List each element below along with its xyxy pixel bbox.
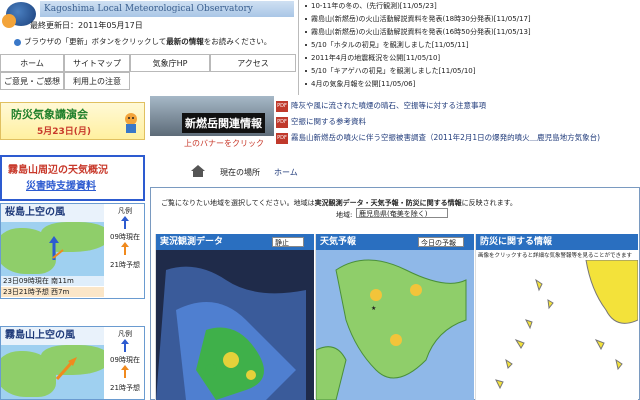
volcano-link[interactable]: PDF 空振に関する参考資料 [276,114,366,130]
wind-box-kirishima[interactable]: 霧島山上空の風 凡例 09時現在 21時予想 [0,326,145,400]
wind-box-sakurajima[interactable]: 桜島上空の風 凡例 09時現在 21時予想 23日09時現在 南11m 23日2… [0,203,145,299]
disaster-panel[interactable]: 防災に関する情報 画像をクリックすると詳細な気象警報等を見ることができます [475,234,638,400]
arrow-up-blue-icon [121,216,129,229]
mascot-icon [125,113,137,133]
wind-arrow-icon [49,236,64,260]
wind-now: 23日09時現在 南11m [1,276,104,286]
main-panel: ご覧になりたい地域を選択してください。地域は実況観測データ・天気予報・防災に関す… [150,187,640,400]
event-date: 5月23日(月) [37,127,92,137]
news-item[interactable]: 2011年4月の地震概況を公開[11/05/10] [305,52,440,65]
volcano-title: 新燃岳関連情報 [182,113,265,133]
nav-access[interactable]: アクセス [210,54,296,72]
breadcrumb: 現在の場所 ホーム [150,160,640,184]
forecast-panel[interactable]: 天気予報 今日の予報 ★ [315,234,474,400]
arrow-up-orange-icon [121,242,129,255]
volcano-link[interactable]: PDF 霧島山新燃岳の噴火に伴う空振被害調査（2011年2月1日の爆発的噴火＿鹿児… [276,130,600,146]
forecast-select[interactable]: 今日の予報 [418,237,464,247]
pdf-icon: PDF [276,116,288,128]
warning-map[interactable] [476,260,638,400]
nav-jma-hp[interactable]: 気象庁HP [130,54,210,72]
nav-sitemap[interactable]: サイトマップ [64,54,130,72]
nav-usage-notes[interactable]: 利用上の注意 [64,72,130,90]
radar-map[interactable] [156,250,314,400]
event-banner[interactable]: 防災気象講演会 5月23日(月) [0,102,145,140]
site-title[interactable]: Kagoshima Local Meteorological Observato… [40,1,294,17]
kirishima-weather-banner[interactable]: 霧島山周辺の天気概況 災害時支援資料 [0,155,145,201]
pdf-icon: PDF [276,100,288,112]
panel-subtitle: 画像をクリックすると詳細な気象警報等を見ることができます [478,253,633,259]
news-item[interactable]: 4月の気象月報を公開[11/05/06] [305,78,415,91]
news-item[interactable]: 霧島山(新燃岳)の火山活動解説資料を発表(18時30分発表)[11/05/17] [305,13,531,26]
pdf-icon: PDF [276,132,288,144]
volcano-link[interactable]: PDF 降灰や風に流された噴煙の晴石、空振等に対する注意事項 [276,98,486,114]
wind-map[interactable] [1,222,104,276]
volcano-banner[interactable]: 新燃岳関連情報 上のバナーをクリック [150,96,274,154]
news-item[interactable]: 5/10「ホタルの初見」を観測しました[11/05/11] [305,39,469,52]
wind-map[interactable] [1,345,104,399]
info-icon [14,38,21,46]
nav-feedback[interactable]: ご意見・ご感想 [0,72,64,90]
disaster-support-link[interactable]: 災害時支援資料 [26,177,96,192]
volcano-links: PDF 降灰や風に流された噴煙の晴石、空振等に対する注意事項 PDF 空振に関する参… [276,96,640,158]
breadcrumb-home[interactable]: ホーム [274,167,298,178]
wind-forecast: 23日21時予想 西7m [1,287,104,297]
wind-arrow-icon [55,357,77,380]
mascot-icon [2,14,16,28]
home-icon [191,165,205,177]
news-item[interactable]: 5/10「キアゲハの初見」を観測しました[11/05/10] [305,65,475,78]
forecast-map[interactable]: ★ [316,250,474,400]
event-title: 防災気象講演会 [11,108,88,121]
last-updated: 最終更新日：2011年05月17日 [30,21,143,30]
header: Kagoshima Local Meteorological Observato… [0,0,298,52]
reload-note: ブラウザの「更新」ボタンをクリックして最新の情報をお読みください。 [14,36,271,47]
svg-text:★: ★ [371,305,376,312]
breadcrumb-label: 現在の場所 [220,168,260,177]
main-nav: ホーム サイトマップ 気象庁HP アクセス ご意見・ご感想 利用上の注意 [0,54,298,94]
news-item[interactable]: 10-11年の冬の、(先行観測)[11/05/23] [305,0,437,13]
wind-title: 桜島上空の風 [1,204,104,222]
wind-title: 霧島山上空の風 [1,327,104,345]
observation-panel[interactable]: 実況観測データ 静止 [155,234,314,400]
area-select[interactable]: 鹿児島県(奄美を除く) [356,208,448,218]
main-note: ご覧になりたい地域を選択してください。地域は実況観測データ・天気予報・防災に関す… [161,199,517,207]
wind-legend: 凡例 09時現在 21時予想 [110,207,140,269]
volcano-note: 上のバナーをクリック [184,139,264,148]
arrow-up-orange-icon [121,365,129,378]
wind-legend: 凡例 09時現在 21時予想 [110,330,140,392]
nav-home[interactable]: ホーム [0,54,64,72]
arrow-up-blue-icon [121,339,129,352]
news-item[interactable]: 霧島山(新燃岳)の火山活動解説資料を発表(16時50分発表)[11/05/13] [305,26,531,39]
panel-title: 防災に関する情報 [476,234,638,250]
news-list: 10-11年の冬の、(先行観測)[11/05/23] 霧島山(新燃岳)の火山活動… [298,0,640,95]
area-label: 地域: [336,211,353,219]
observation-select[interactable]: 静止 [272,237,304,247]
kirishima-title: 霧島山周辺の天気概況 [8,165,108,176]
